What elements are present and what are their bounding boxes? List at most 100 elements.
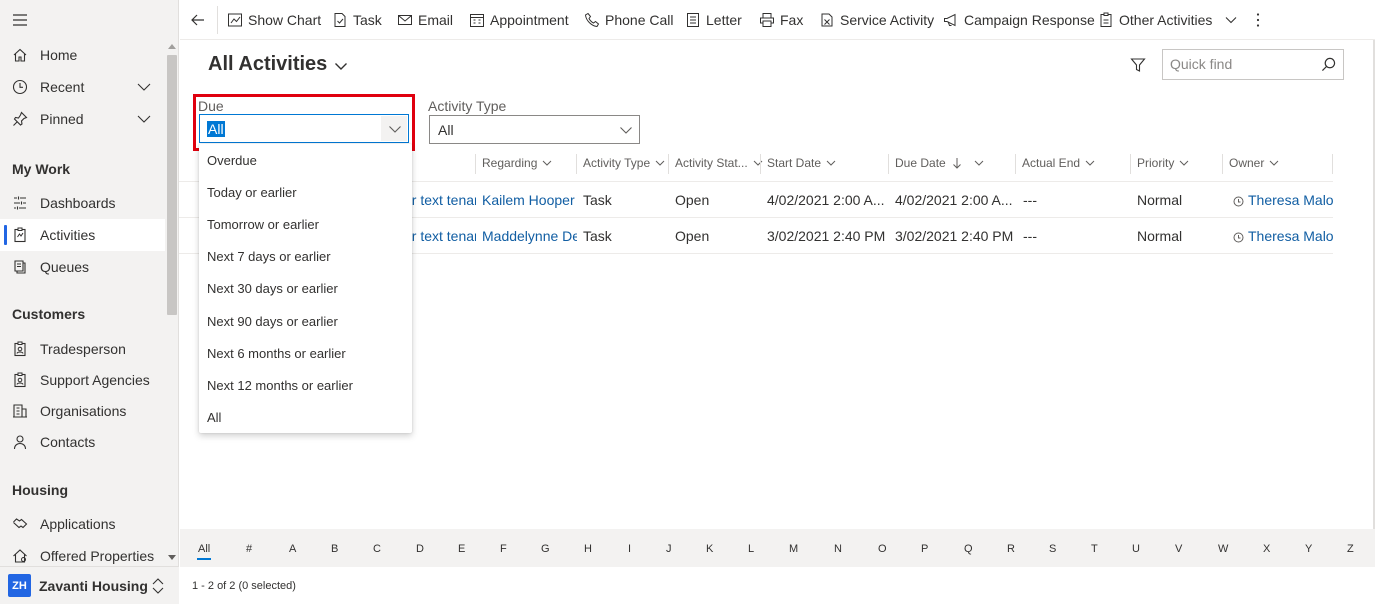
scroll-down-arrow-icon[interactable] [168,555,176,560]
column-header-activity-type[interactable]: Activity Type [583,152,665,174]
cell-regarding[interactable]: Kailem Hooper [482,192,576,208]
cell-owner[interactable]: Theresa Malone [1233,192,1334,208]
view-selector[interactable]: All Activities [208,53,348,76]
column-divider [576,154,577,174]
column-header-label: Actual End [1022,156,1081,170]
jump-letter[interactable]: S [1049,543,1056,555]
user-status-icon [1233,196,1244,207]
jump-letter[interactable]: A [289,543,296,555]
jump-letter[interactable]: D [416,543,424,555]
due-option[interactable]: Next 6 months or earlier [199,337,412,369]
show-chart-button[interactable]: Show Chart [227,0,321,40]
jump-letter[interactable]: L [748,543,754,555]
service-activity-button[interactable]: Service Activity [819,0,934,40]
sidebar-item-support-agencies[interactable]: Support Agencies [0,364,165,396]
option-label: Overdue [207,152,257,168]
due-option[interactable]: Tomorrow or earlier [199,208,412,240]
column-header-label: Priority [1137,156,1175,170]
jump-letter[interactable]: # [246,543,252,555]
task-button[interactable]: Task [332,0,382,40]
scroll-up-arrow-icon[interactable] [168,44,176,49]
jump-letter[interactable]: C [373,543,381,555]
command-label: Other Activities [1119,12,1213,28]
quick-find-input[interactable] [1170,56,1310,72]
cell-subject[interactable]: or text tenar [404,228,476,244]
sidebar-item-applications[interactable]: Applications [0,508,165,540]
jump-letter[interactable]: U [1132,543,1140,555]
due-option[interactable]: Next 90 days or earlier [199,305,412,337]
cell-regarding[interactable]: Maddelynne Deb [482,228,577,244]
column-header-activity-status[interactable]: Activity Stat... [675,152,763,174]
filter-icon[interactable] [1130,57,1146,73]
chevron-down-icon[interactable] [137,112,151,126]
jump-letter[interactable]: I [628,543,631,555]
due-filter-select[interactable]: All [199,114,409,143]
cell-owner[interactable]: Theresa Malone [1233,228,1334,244]
letter-button[interactable]: Letter [685,0,742,40]
column-header-owner[interactable]: Owner [1229,152,1279,174]
cell-subject[interactable]: or text tenar [404,192,476,208]
campaign-response-button[interactable]: Campaign Response [943,0,1095,40]
jump-letter[interactable]: P [921,543,928,555]
column-header-label: Activity Stat... [675,156,748,170]
due-filter-label: Due [198,98,224,114]
sidebar-item-home[interactable]: Home [0,39,165,71]
sidebar-item-tradesperson[interactable]: Tradesperson [0,333,165,365]
column-header-due-date[interactable]: Due Date [895,152,984,174]
search-icon[interactable] [1321,57,1336,72]
activity-type-filter-value: All [438,122,454,138]
sidebar-item-activities[interactable]: Activities [0,219,165,251]
jump-letter[interactable]: R [1007,543,1015,555]
hamburger-menu-icon[interactable] [12,12,28,28]
jump-letter[interactable]: H [584,543,592,555]
command-label: Fax [780,12,804,28]
jump-letter[interactable]: O [878,543,887,555]
column-header-actual-end[interactable]: Actual End [1022,152,1095,174]
area-switcher[interactable]: ZH Zavanti Housing [0,566,179,604]
jump-letter[interactable]: Y [1305,543,1312,555]
chevron-down-icon[interactable] [137,80,151,94]
fax-button[interactable]: Fax [759,0,803,40]
jump-letter[interactable]: T [1091,543,1098,555]
back-arrow-icon[interactable] [190,12,206,28]
jump-letter[interactable]: K [706,543,713,555]
more-options-icon[interactable] [1250,12,1266,28]
sidebar-item-organisations[interactable]: Organisations [0,395,165,427]
jump-letter[interactable]: E [458,543,465,555]
jump-letter[interactable]: W [1218,543,1228,555]
jump-letter[interactable]: M [789,543,798,555]
sidebar-scrollbar-thumb[interactable] [167,55,177,315]
due-option[interactable]: Overdue [199,144,412,176]
due-option[interactable]: Next 30 days or earlier [199,272,412,304]
jump-letter[interactable]: N [834,543,842,555]
jump-letter[interactable]: X [1263,543,1270,555]
jump-letter[interactable]: G [541,543,550,555]
sidebar-item-contacts[interactable]: Contacts [0,426,165,458]
sidebar-item-recent[interactable]: Recent [0,71,165,103]
email-button[interactable]: Email [397,0,453,40]
due-option[interactable]: Next 7 days or earlier [199,240,412,272]
column-divider [668,154,669,174]
column-header-start-date[interactable]: Start Date [767,152,836,174]
phone-call-button[interactable]: Phone Call [584,0,674,40]
due-option[interactable]: All [199,401,412,433]
other-activities-button[interactable]: Other Activities [1098,0,1237,40]
jump-letter[interactable]: Q [964,543,973,555]
sidebar-item-dashboards[interactable]: Dashboards [0,187,165,219]
service-icon [821,13,833,27]
column-header-regarding[interactable]: Regarding [482,152,552,174]
sidebar-item-pinned[interactable]: Pinned [0,103,165,135]
due-option[interactable]: Next 12 months or earlier [199,369,412,401]
due-option[interactable]: Today or earlier [199,176,412,208]
jump-letter[interactable]: Z [1347,543,1354,555]
jump-letter[interactable]: B [331,543,338,555]
jump-letter-all[interactable]: All [196,543,212,560]
column-header-priority[interactable]: Priority [1137,152,1189,174]
sidebar-item-queues[interactable]: Queues [0,251,165,283]
appointment-button[interactable]: Appointment [469,0,569,40]
jump-letter[interactable]: F [500,543,507,555]
jump-letter[interactable]: J [666,543,672,555]
activity-type-filter-select[interactable]: All [429,115,640,144]
jump-letter[interactable]: V [1175,543,1182,555]
sidebar-item-offered-properties[interactable]: Offered Properties [0,540,165,566]
